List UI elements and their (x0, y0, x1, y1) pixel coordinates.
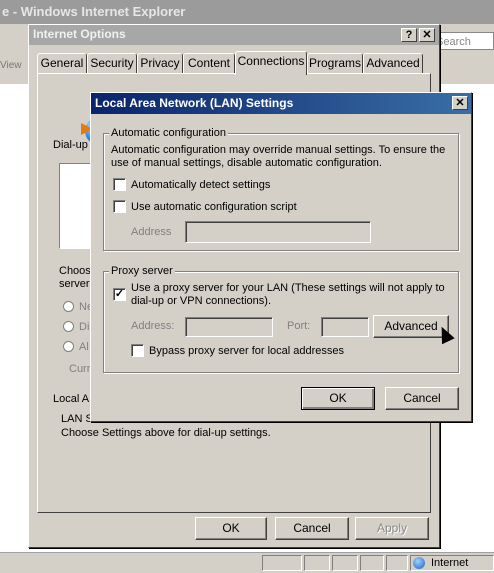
tab-content[interactable]: Content (183, 53, 235, 73)
ie-view-menu[interactable]: View (0, 60, 22, 71)
lan-dialog-title: Local Area Network (LAN) Settings (95, 96, 294, 110)
auto-detect-checkbox[interactable] (113, 178, 126, 191)
proxy-legend: Proxy server (109, 265, 175, 277)
ie-status-bar: Internet (0, 552, 494, 573)
auto-config-description: Automatic configuration may override man… (111, 144, 446, 169)
use-proxy-checkbox[interactable]: ✓ (113, 288, 126, 301)
proxy-port-label: Port: (287, 320, 311, 332)
internet-options-title: Internet Options (33, 27, 126, 41)
tab-connections[interactable]: Connections (235, 51, 307, 75)
tab-privacy[interactable]: Privacy (137, 53, 183, 73)
radio-never-dial[interactable] (63, 301, 74, 312)
ie-title-bar: e - Windows Internet Explorer (0, 0, 494, 24)
lan-settings-label: LAN S (61, 413, 93, 425)
auto-config-legend: Automatic configuration (109, 127, 228, 139)
server-label: server (59, 278, 90, 290)
lan-close-button[interactable]: ✕ (452, 96, 468, 110)
auto-script-label: Use automatic configuration script (131, 201, 297, 213)
local-area-label: Local A (53, 393, 90, 405)
status-cell (386, 555, 408, 571)
tab-advanced[interactable]: Advanced (363, 53, 423, 73)
tab-general[interactable]: General (37, 53, 87, 73)
apply-button[interactable]: Apply (355, 517, 429, 540)
lan-cancel-button[interactable]: Cancel (385, 387, 459, 410)
current-label: Curr (69, 363, 91, 375)
bypass-local-checkbox[interactable] (131, 344, 144, 357)
radio-dial-label: Di (79, 321, 90, 333)
help-button[interactable]: ? (401, 28, 417, 42)
status-zone: Internet (410, 555, 494, 571)
status-cell (332, 555, 358, 571)
globe-icon (413, 557, 425, 569)
status-cell (262, 555, 302, 571)
radio-always-dial[interactable] (63, 341, 74, 352)
dialup-label: Dial-up (53, 139, 88, 151)
ie-window-title: e - Windows Internet Explorer (2, 4, 186, 19)
lan-title-bar: Local Area Network (LAN) Settings ✕ (91, 93, 471, 114)
radio-always-label: Al (79, 341, 89, 353)
internet-options-title-bar: Internet Options ? ✕ (29, 25, 439, 45)
close-button[interactable]: ✕ (419, 28, 435, 42)
lan-settings-hint: Choose Settings above for dial-up settin… (61, 427, 271, 439)
proxy-port-input[interactable] (321, 317, 369, 337)
tab-security[interactable]: Security (87, 53, 137, 73)
use-proxy-label: Use a proxy server for your LAN (These s… (131, 282, 445, 307)
lan-ok-button[interactable]: OK (301, 387, 375, 410)
bypass-local-label: Bypass proxy server for local addresses (149, 345, 345, 357)
ok-button[interactable]: OK (195, 517, 267, 540)
cancel-button[interactable]: Cancel (275, 517, 349, 540)
auto-detect-label: Automatically detect settings (131, 179, 271, 191)
auto-script-checkbox[interactable] (113, 200, 126, 213)
status-cell (304, 555, 330, 571)
tab-programs[interactable]: Programs (307, 53, 363, 73)
ie-search-box[interactable]: Search (432, 32, 494, 50)
lan-settings-dialog: Local Area Network (LAN) Settings ✕ Auto… (90, 92, 472, 422)
status-zone-label: Internet (431, 557, 469, 569)
script-address-label: Address (131, 226, 172, 238)
status-cell (360, 555, 384, 571)
proxy-address-label: Address: (131, 320, 175, 332)
radio-dial-when-needed[interactable] (63, 321, 74, 332)
script-address-input[interactable] (185, 221, 371, 243)
proxy-address-input[interactable] (185, 317, 273, 337)
